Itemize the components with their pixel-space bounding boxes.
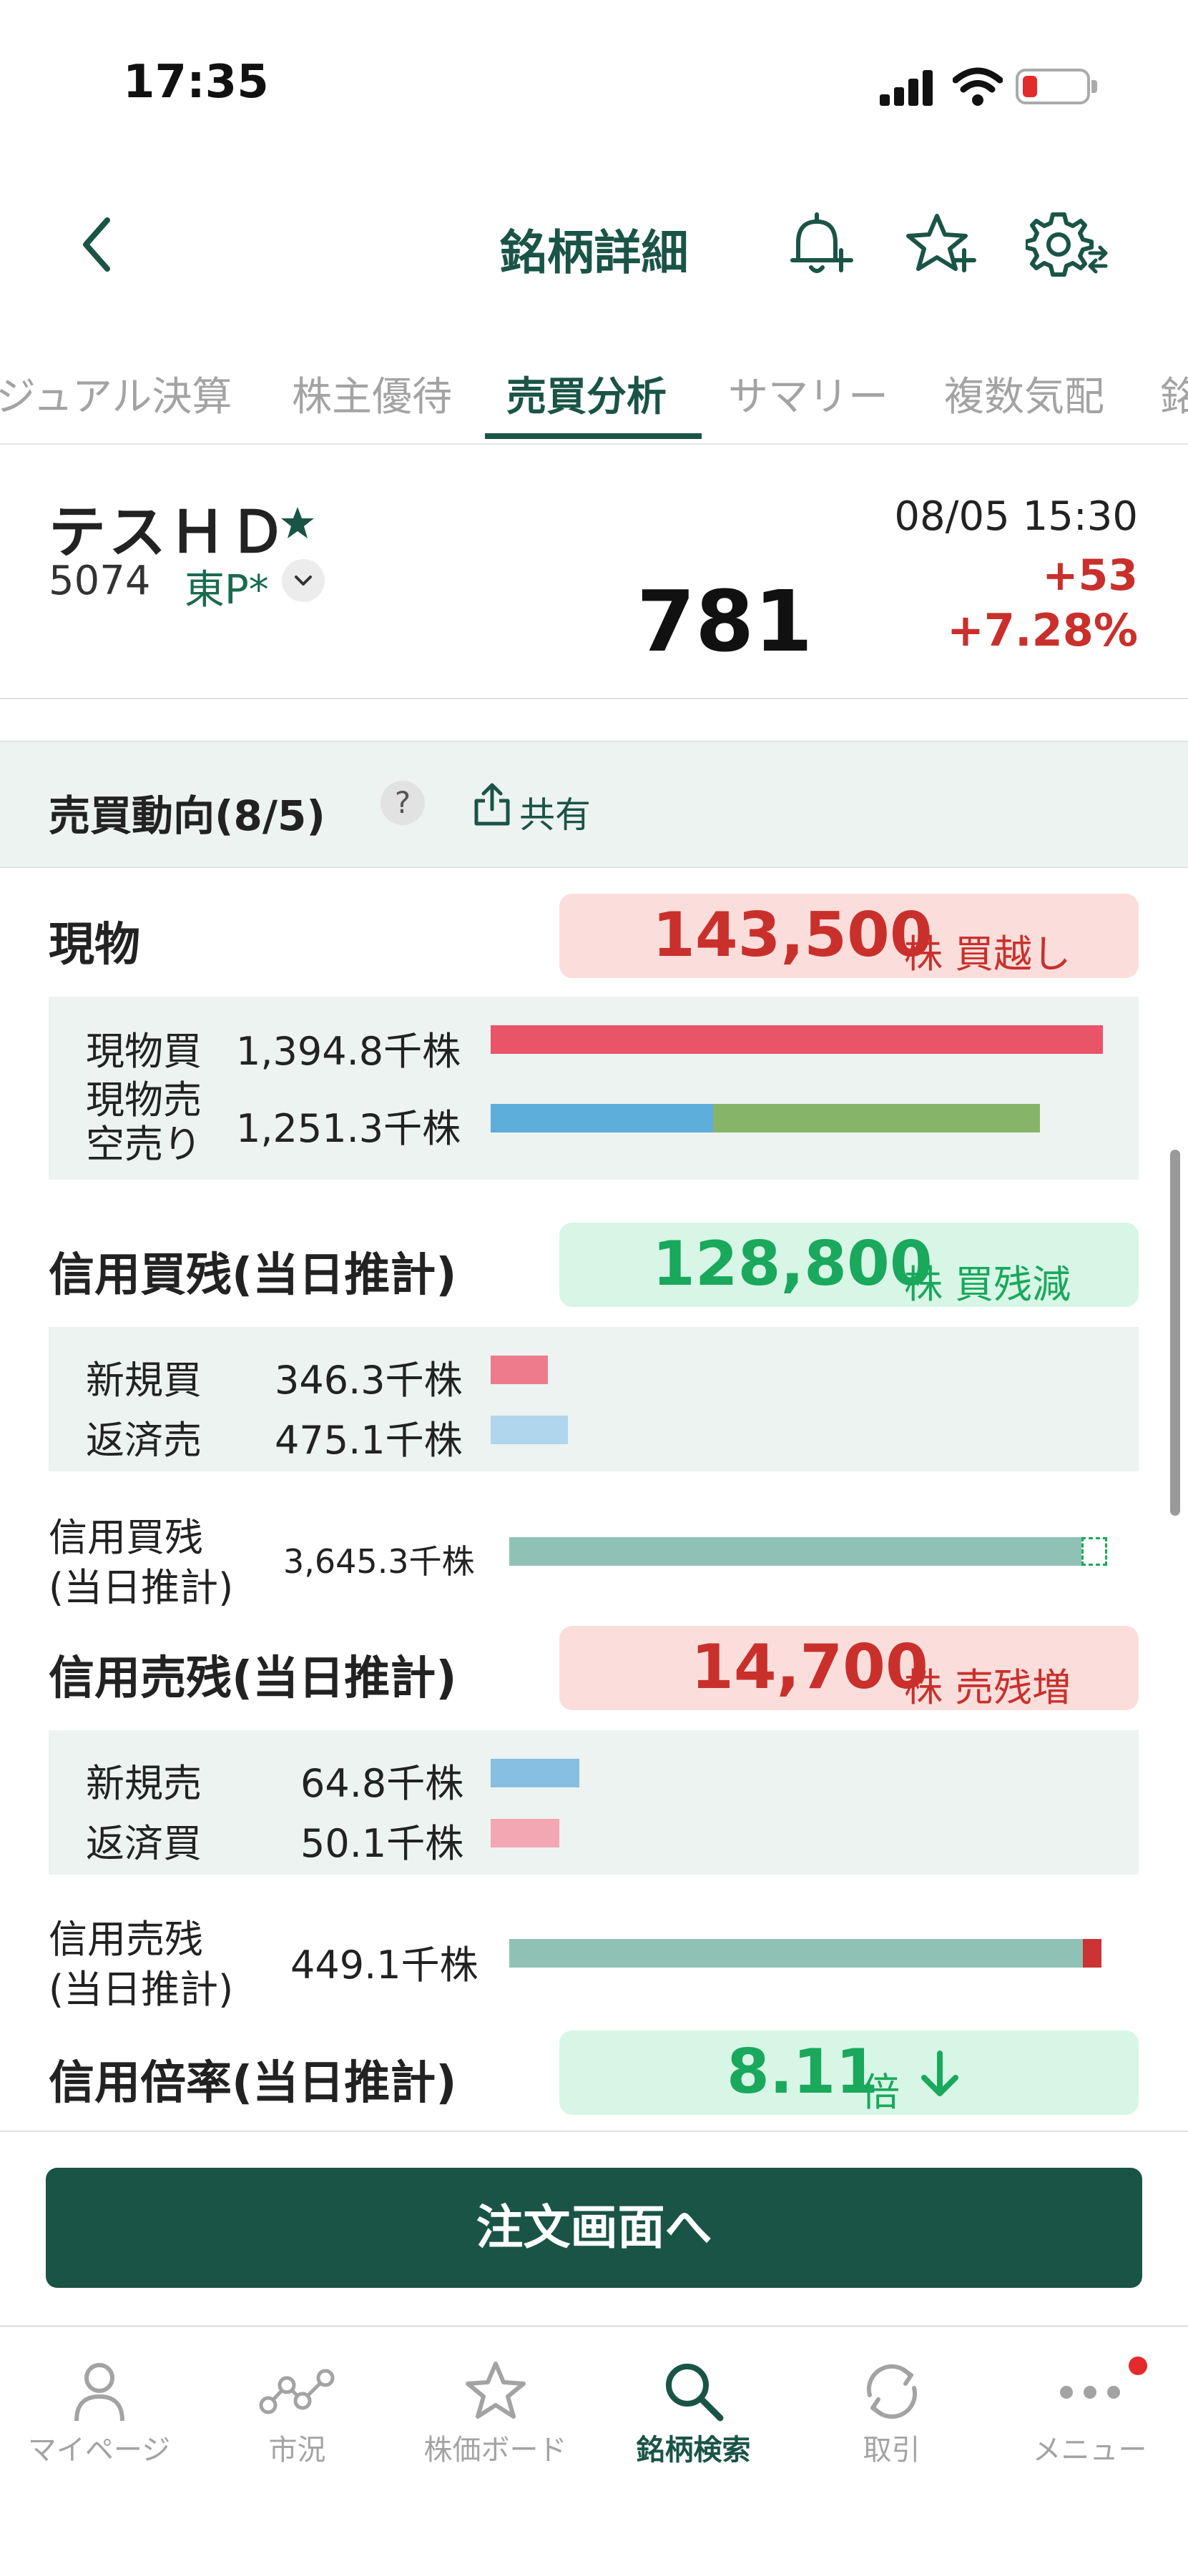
credit-repay-buy-value: 50.1千株 <box>300 1821 464 1866</box>
credit-buy-total-bar <box>509 1537 1081 1566</box>
credit-new-buy-bar <box>491 1356 548 1384</box>
help-button[interactable]: ? <box>381 781 425 825</box>
credit-ratio-unit: 倍 <box>861 2070 900 2115</box>
divider <box>0 698 1188 699</box>
arrow-down-icon <box>921 2051 958 2096</box>
stock-name: テスＨＤ <box>49 499 289 566</box>
credit-buy-summary-value: 128,800 <box>652 1228 933 1300</box>
credit-buy-total-sublabel: (当日推計) <box>49 1565 234 1610</box>
tab-trade-analysis[interactable]: 売買分析 <box>506 365 667 423</box>
credit-repay-sell-label: 返済売 <box>86 1418 202 1463</box>
signal-icon <box>880 70 933 106</box>
credit-buy-total-label: 信用買残 <box>49 1515 203 1560</box>
nav-market[interactable] <box>198 2359 396 2427</box>
genbutsu-summary-unit: 株 買越し <box>904 932 1071 977</box>
market-dropdown[interactable] <box>282 559 325 602</box>
credit-buy-decrease-segment <box>1081 1537 1107 1566</box>
share-icon[interactable] <box>472 782 512 826</box>
stock-price: 781 <box>637 572 813 671</box>
genbutsu-label: 現物 <box>49 919 140 972</box>
tab-next[interactable]: 銘 <box>1160 365 1188 423</box>
credit-new-buy-label: 新規買 <box>86 1358 202 1403</box>
nav-market-label: 市況 <box>268 2434 326 2467</box>
wifi-icon <box>953 67 1003 106</box>
tab-multi-quote[interactable]: 複数気配 <box>944 365 1104 423</box>
tab-summary[interactable]: サマリー <box>728 365 888 423</box>
credit-repay-buy-label: 返済買 <box>86 1821 202 1866</box>
order-button[interactable]: 注文画面へ <box>46 2168 1142 2288</box>
battery-icon <box>1016 69 1090 104</box>
credit-new-sell-value: 64.8千株 <box>300 1761 464 1806</box>
credit-sell-summary-unit: 株 売残増 <box>904 1665 1071 1710</box>
credit-sell-total-value: 449.1千株 <box>290 1943 478 1988</box>
notification-dot <box>1129 2357 1147 2375</box>
bell-add-icon[interactable] <box>784 209 855 280</box>
credit-buy-label: 信用買残(当日推計) <box>49 1249 457 1302</box>
nav-menu-label: メニュー <box>1032 2434 1147 2467</box>
star-board-icon <box>465 2362 526 2419</box>
credit-buy-summary-unit: 株 買残減 <box>904 1262 1071 1307</box>
favorite-star-icon[interactable] <box>279 505 316 542</box>
genbutsu-short-sell-bar <box>713 1104 1040 1132</box>
credit-new-sell-bar <box>491 1759 579 1787</box>
credit-buy-total-value: 3,645.3千株 <box>283 1542 475 1581</box>
credit-sell-label: 信用売残(当日推計) <box>49 1652 457 1705</box>
chevron-down-icon <box>295 576 312 586</box>
nav-stock-search-label: 銘柄検索 <box>636 2434 751 2467</box>
page-title: 銘柄詳細 <box>499 225 689 280</box>
stock-code: 5074 <box>49 558 151 604</box>
tab-bar: ジュアル決算 株主優待 売買分析 サマリー 複数気配 銘 <box>0 357 1188 445</box>
market-chart-icon <box>259 2369 334 2414</box>
nav-mypage[interactable] <box>0 2359 198 2427</box>
settings-gear-icon[interactable] <box>1026 209 1109 280</box>
stock-change-percent: +7.28% <box>946 604 1138 656</box>
scrollbar[interactable] <box>1170 1150 1180 1516</box>
credit-sell-total-bar <box>509 1939 1083 1968</box>
stock-change: +53 <box>1042 551 1138 601</box>
genbutsu-summary-value: 143,500 <box>652 899 933 971</box>
search-icon <box>665 2364 723 2422</box>
section-title: 売買動向(8/5) <box>49 791 325 840</box>
nav-stock-board[interactable] <box>396 2359 594 2427</box>
person-icon <box>74 2363 124 2422</box>
genbutsu-spot-sell-bar <box>491 1104 713 1132</box>
credit-new-buy-value: 346.3千株 <box>275 1358 463 1403</box>
nav-stock-board-label: 株価ボード <box>423 2434 567 2467</box>
nav-trade[interactable] <box>792 2359 991 2427</box>
credit-sell-summary-value: 14,700 <box>691 1632 928 1703</box>
credit-ratio-label: 信用倍率(当日推計) <box>49 2057 457 2110</box>
credit-ratio-value: 8.11 <box>727 2036 879 2108</box>
share-button[interactable]: 共有 <box>519 786 591 838</box>
refresh-trade-icon <box>866 2364 917 2419</box>
status-time: 17:35 <box>123 56 269 109</box>
divider <box>0 2131 1188 2132</box>
credit-repay-sell-bar <box>491 1416 568 1444</box>
star-add-icon[interactable] <box>905 209 977 280</box>
credit-sell-increase-segment <box>1083 1939 1101 1968</box>
credit-sell-total-sublabel: (当日推計) <box>49 1967 234 2012</box>
genbutsu-sell-value: 1,251.3千株 <box>236 1106 461 1151</box>
credit-buy-panel <box>49 1327 1139 1471</box>
stock-market[interactable]: 東P* <box>185 558 269 616</box>
credit-repay-buy-bar <box>491 1819 559 1847</box>
credit-repay-sell-value: 475.1千株 <box>275 1418 463 1463</box>
credit-new-sell-label: 新規売 <box>86 1761 202 1806</box>
nav-trade-label: 取引 <box>863 2434 921 2467</box>
more-icon <box>1059 2386 1120 2399</box>
tab-visual-results[interactable]: ジュアル決算 <box>0 365 232 423</box>
genbutsu-buy-bar <box>491 1025 1103 1054</box>
nav-menu[interactable] <box>991 2359 1188 2427</box>
genbutsu-panel <box>49 997 1139 1180</box>
nav-mypage-label: マイページ <box>27 2434 171 2467</box>
stock-datetime: 08/05 15:30 <box>894 493 1138 540</box>
genbutsu-buy-value: 1,394.8千株 <box>236 1029 461 1074</box>
tab-shareholder-benefits[interactable]: 株主優待 <box>292 365 452 423</box>
nav-stock-search[interactable] <box>594 2359 792 2427</box>
short-sell-label: 空売り <box>86 1122 202 1167</box>
active-tab-indicator <box>485 433 702 439</box>
credit-sell-panel <box>49 1730 1139 1875</box>
credit-sell-total-label: 信用売残 <box>49 1917 203 1962</box>
